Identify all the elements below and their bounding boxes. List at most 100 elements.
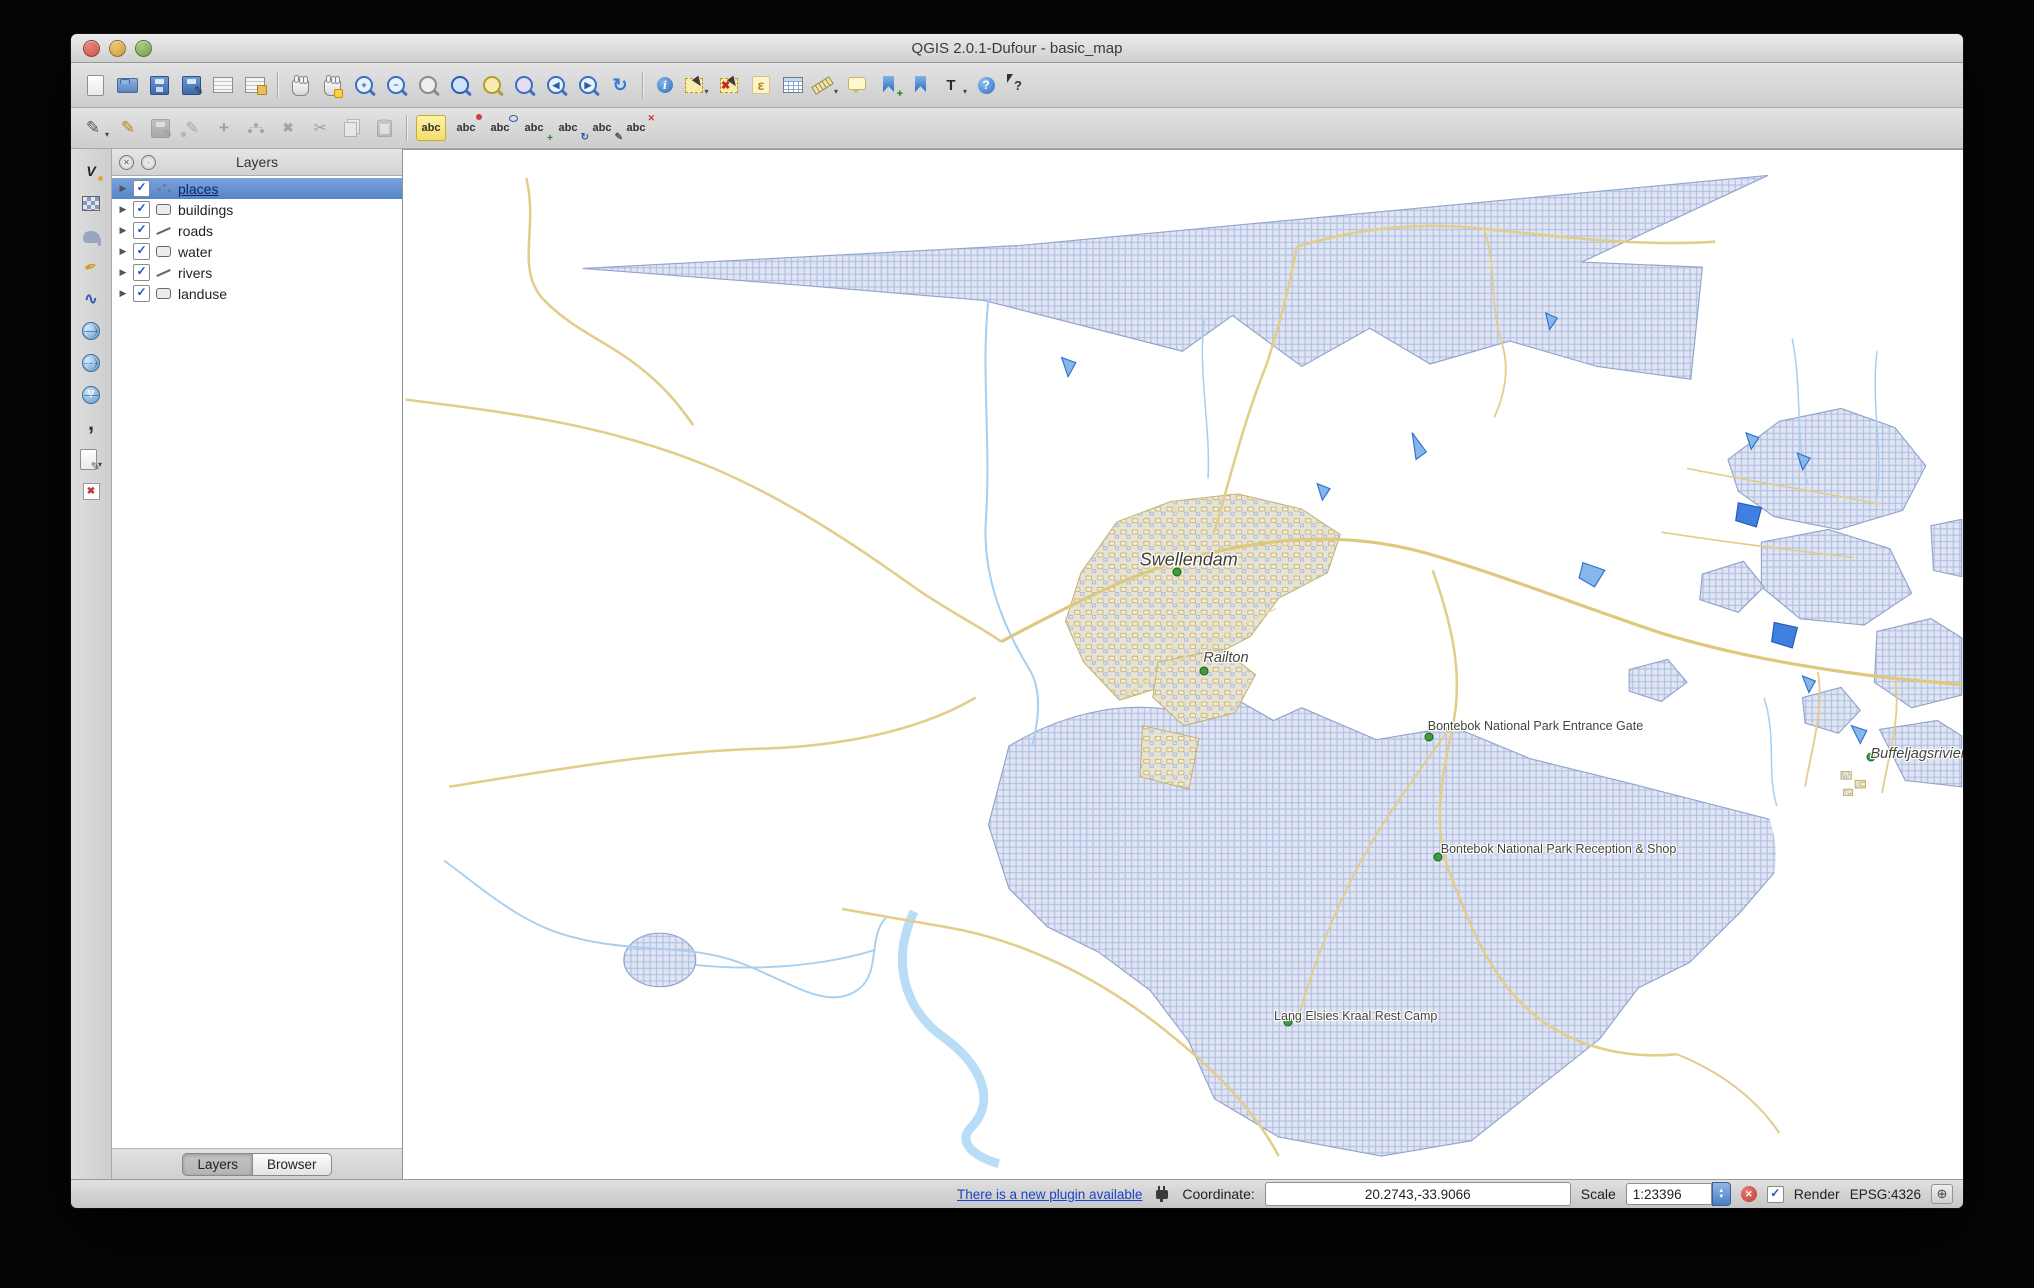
plugin-icon[interactable] xyxy=(1156,1185,1169,1202)
text-annotation-button[interactable]: T ▾ xyxy=(938,70,969,100)
move-label-button[interactable]: abc xyxy=(518,113,553,144)
new-plugin-link[interactable]: There is a new plugin available xyxy=(957,1187,1142,1202)
change-label-properties-button[interactable]: abc xyxy=(586,113,623,143)
rotate-label-button[interactable]: abc xyxy=(552,113,589,143)
zoom-out-button[interactable]: − xyxy=(381,70,411,100)
panel-tab-browser[interactable]: Browser xyxy=(252,1152,332,1176)
layer-line-symbol-icon xyxy=(155,266,173,279)
scale-stepper-icon[interactable]: ▲ ▼ xyxy=(1711,1182,1731,1206)
save-project-button[interactable] xyxy=(144,70,174,100)
close-window-button[interactable] xyxy=(83,39,100,57)
coordinate-input[interactable] xyxy=(1264,1182,1571,1206)
zoom-full-extent-button[interactable] xyxy=(445,70,475,100)
expand-arrow-icon[interactable]: ▶ xyxy=(118,183,128,194)
zoom-next-icon: ▶ xyxy=(579,76,597,94)
new-project-button[interactable] xyxy=(80,70,110,100)
expand-arrow-icon[interactable]: ▶ xyxy=(118,225,128,236)
zoom-next-button[interactable]: ▶ xyxy=(573,70,603,100)
expand-arrow-icon[interactable]: ▶ xyxy=(118,288,128,299)
layer-visibility-checkbox[interactable]: ✓ xyxy=(133,201,150,218)
zoom-to-selection-button[interactable] xyxy=(477,70,507,100)
expand-arrow-icon[interactable]: ▶ xyxy=(118,246,128,257)
paste-features-button[interactable] xyxy=(369,113,399,143)
save-layer-edits-button[interactable] xyxy=(145,113,175,143)
remove-layer-button[interactable] xyxy=(76,477,106,505)
layer-item-roads[interactable]: ▶ ✓ roads xyxy=(112,220,402,241)
save-project-as-button[interactable] xyxy=(176,70,206,100)
refresh-map-button[interactable]: ↻ xyxy=(605,70,635,100)
copy-features-button[interactable] xyxy=(337,113,367,143)
zoom-to-layer-button[interactable] xyxy=(509,70,539,100)
expand-arrow-icon[interactable]: ▶ xyxy=(118,267,128,278)
new-bookmark-icon xyxy=(878,74,903,100)
add-feature-icon: ✎ xyxy=(181,117,203,139)
render-checkbox[interactable]: ✓ xyxy=(1766,1185,1784,1203)
measure-line-button[interactable]: ▾ xyxy=(810,70,840,100)
toggle-editing-button[interactable]: ✎ xyxy=(113,113,143,143)
open-project-button[interactable] xyxy=(112,70,142,100)
desktop: QGIS 2.0.1-Dufour - basic_map +−◀▶↻i▾ε▾T… xyxy=(0,0,2034,1288)
layer-item-places[interactable]: ▶ ✓ places xyxy=(112,178,402,199)
add-vector-layer-button[interactable]: V xyxy=(76,157,106,185)
scale-value[interactable]: 1:23396 xyxy=(1625,1183,1712,1205)
map-canvas[interactable]: Swellendam Railton Bontebok National Park … xyxy=(403,149,1963,1179)
current-edits-button[interactable]: ✎ ▾ xyxy=(80,113,111,143)
layer-visibility-checkbox[interactable]: ✓ xyxy=(133,180,150,197)
add-wfs-layer-button[interactable] xyxy=(76,381,106,409)
add-wms-layer-button[interactable] xyxy=(76,317,106,345)
composer-manager-button[interactable] xyxy=(240,70,270,100)
crs-status-icon[interactable]: ⊕ xyxy=(1931,1184,1953,1204)
pan-map-button[interactable] xyxy=(285,70,315,100)
zoom-last-button[interactable]: ◀ xyxy=(541,70,571,100)
add-feature-button[interactable]: ✎ xyxy=(177,113,207,143)
layer-item-rivers[interactable]: ▶ ✓ rivers xyxy=(112,262,402,283)
help-contents-button[interactable]: ? xyxy=(971,70,1001,100)
zoom-full-extent-icon xyxy=(451,76,469,94)
show-bookmarks-button[interactable] xyxy=(906,70,936,100)
open-attribute-table-button[interactable] xyxy=(778,70,808,100)
layer-labeling-options-button[interactable]: abc xyxy=(414,113,448,143)
add-wcs-layer-button[interactable] xyxy=(76,349,106,377)
new-shapefile-layer-button[interactable]: ▾ xyxy=(76,445,106,473)
cut-features-button[interactable]: ✂ xyxy=(305,113,335,143)
scale-combo[interactable]: 1:23396 ▲ ▼ xyxy=(1625,1182,1731,1206)
layer-visibility-checkbox[interactable]: ✓ xyxy=(133,243,150,260)
delete-selected-button[interactable]: ✖ xyxy=(273,113,303,143)
layer-visibility-checkbox[interactable]: ✓ xyxy=(133,222,150,239)
whats-this-button[interactable]: ? xyxy=(1003,70,1033,100)
select-features-button[interactable]: ▾ xyxy=(682,70,712,100)
layer-visibility-checkbox[interactable]: ✓ xyxy=(133,264,150,281)
new-shapefile-layer-icon xyxy=(79,448,100,473)
node-tool-button[interactable] xyxy=(241,113,271,143)
add-postgis-layer-button[interactable] xyxy=(76,221,106,249)
layer-visibility-checkbox[interactable]: ✓ xyxy=(133,285,150,302)
layer-line-symbol-icon xyxy=(155,224,173,237)
move-feature-button[interactable]: + xyxy=(209,113,239,143)
add-spatialite-layer-button[interactable]: ✒ xyxy=(76,253,106,281)
add-mssql-layer-button[interactable]: ∿ xyxy=(76,285,106,313)
add-delimited-text-layer-button[interactable]: , xyxy=(76,412,106,441)
new-print-composer-button[interactable] xyxy=(208,70,238,100)
expand-arrow-icon[interactable]: ▶ xyxy=(118,204,128,215)
highlight-pinned-labels-button[interactable]: abc xyxy=(484,113,519,143)
zoom-in-button[interactable]: + xyxy=(349,70,379,100)
add-raster-layer-button[interactable] xyxy=(76,189,106,217)
deselect-features-button[interactable] xyxy=(714,70,744,100)
new-bookmark-button[interactable] xyxy=(874,70,904,100)
zoom-native-resolution-button[interactable] xyxy=(413,70,443,100)
float-panel-button[interactable]: ◦ xyxy=(141,154,156,170)
pan-to-selection-button[interactable] xyxy=(317,70,347,100)
map-tips-button[interactable] xyxy=(842,70,872,100)
layer-item-buildings[interactable]: ▶ ✓ buildings xyxy=(112,199,402,220)
stop-rendering-icon[interactable]: ✕ xyxy=(1740,1186,1757,1202)
layer-item-water[interactable]: ▶ ✓ water xyxy=(112,241,402,262)
identify-features-button[interactable]: i xyxy=(650,70,680,100)
panel-tab-layers[interactable]: Layers xyxy=(182,1152,252,1176)
zoom-window-button[interactable] xyxy=(135,39,152,57)
pin-unpin-labels-button[interactable]: abc xyxy=(450,113,483,143)
select-by-expression-button[interactable]: ε xyxy=(746,70,776,100)
layer-item-landuse[interactable]: ▶ ✓ landuse xyxy=(112,283,402,304)
close-panel-button[interactable]: ✕ xyxy=(119,154,134,170)
show-hide-labels-button[interactable]: abc xyxy=(620,113,655,143)
minimize-window-button[interactable] xyxy=(109,39,126,57)
